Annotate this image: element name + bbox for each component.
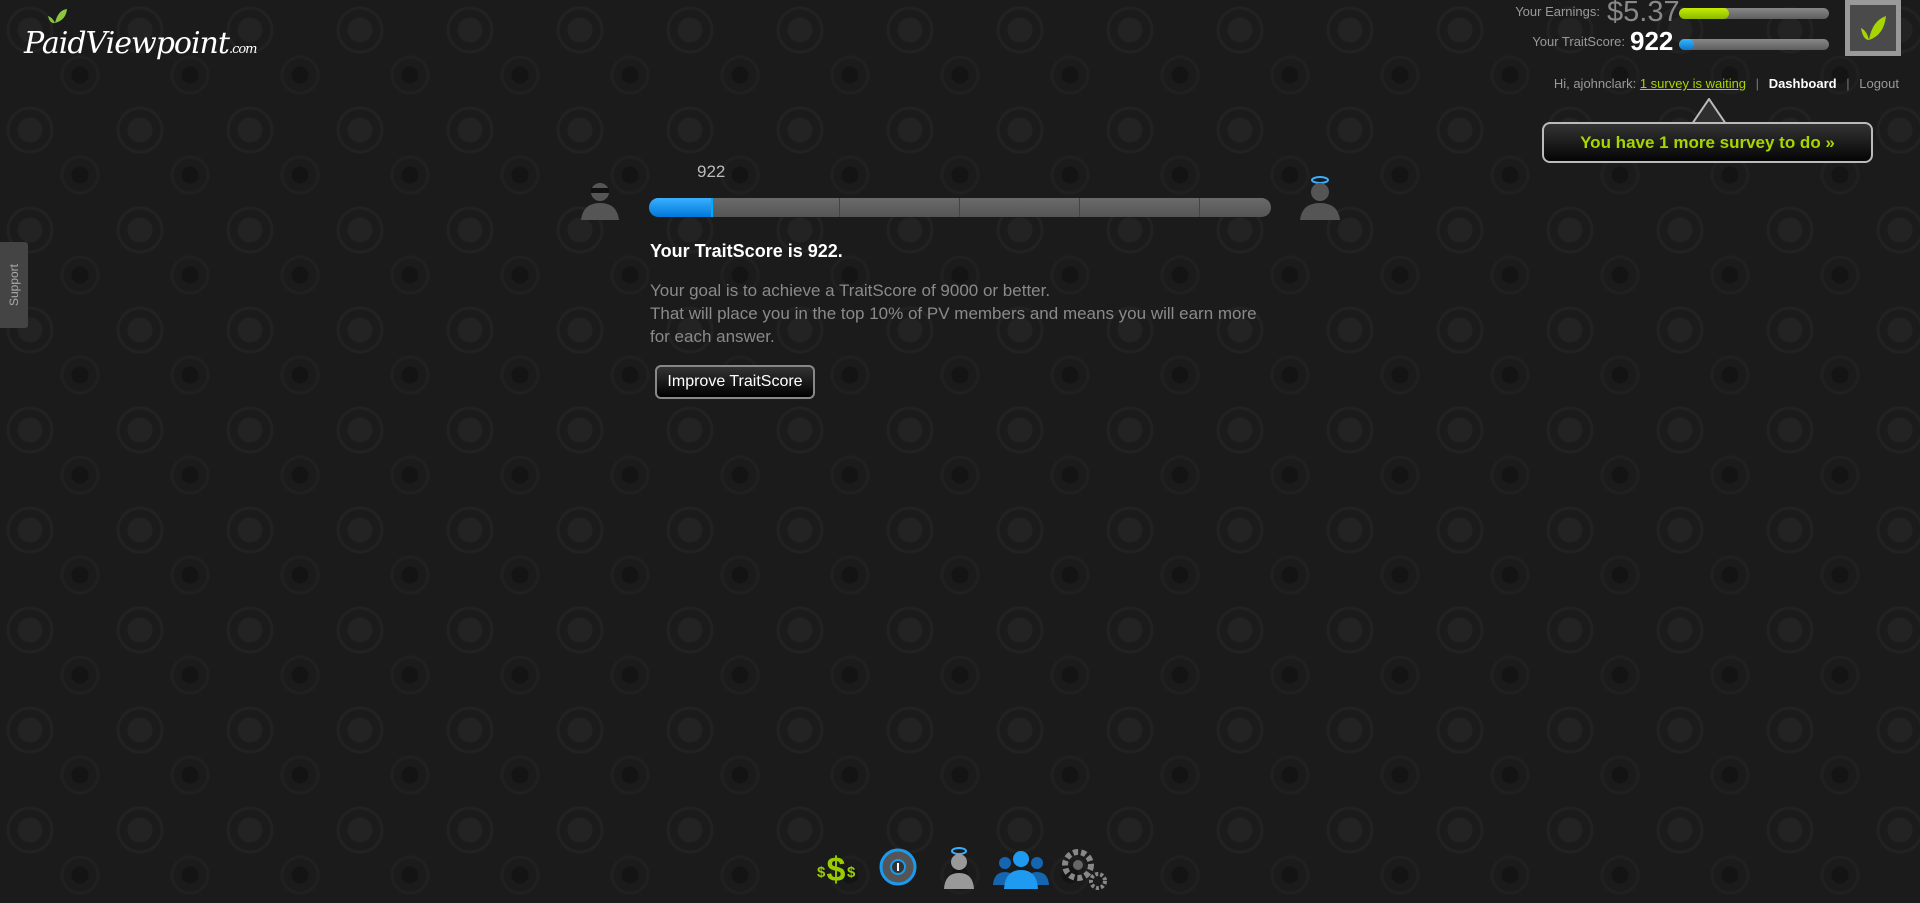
angel-user-icon <box>944 847 974 889</box>
separator: | <box>1755 76 1760 91</box>
slider-score-label: 922 <box>697 162 726 181</box>
info-dial-icon <box>879 848 917 886</box>
earnings-label: Your Earnings: <box>1515 4 1600 19</box>
status-check-badge[interactable] <box>1845 0 1901 56</box>
logo[interactable]: PaidViewpoint.com <box>24 6 258 88</box>
traitscore-description: Your goal is to achieve a TraitScore of … <box>650 279 1290 348</box>
info-nav[interactable] <box>873 845 923 895</box>
earnings-value: $5.37 <box>1607 0 1680 28</box>
check-leaf-icon <box>1861 16 1886 40</box>
angel-user-icon <box>1300 176 1340 220</box>
settings-nav[interactable] <box>1056 845 1112 895</box>
dollar-icon: $$ $ <box>817 851 856 889</box>
profile-nav[interactable] <box>934 845 984 895</box>
user-nav: Hi, ajohnclark: 1 survey is waiting | Da… <box>1554 76 1899 91</box>
separator: | <box>1846 76 1850 91</box>
more-surveys-callout[interactable]: You have 1 more survey to do » <box>1542 122 1873 163</box>
logout-link[interactable]: Logout <box>1859 76 1899 91</box>
traitscore-heading: Your TraitScore is 922. <box>650 241 843 261</box>
desc-line: That will place you in the top 10% of PV… <box>650 304 1257 346</box>
survey-waiting-link[interactable]: 1 survey is waiting <box>1640 76 1746 91</box>
traitscore-value: 922 <box>1630 26 1674 56</box>
traitscore-slider <box>649 198 1271 217</box>
support-label: Support <box>7 263 21 307</box>
svg-text:$: $ <box>817 864 826 881</box>
members-nav[interactable] <box>991 845 1051 895</box>
earnings-nav[interactable]: $ $ $ <box>811 845 861 895</box>
bandit-user-icon <box>581 183 619 220</box>
members-icon <box>993 851 1049 889</box>
traitscore-bar <box>1679 39 1829 50</box>
leaf-icon <box>48 9 67 24</box>
slider-fill <box>649 198 713 217</box>
support-tab[interactable]: Support <box>0 242 28 328</box>
dashboard-link[interactable]: Dashboard <box>1769 76 1837 91</box>
improve-traitscore-button[interactable]: Improve TraitScore <box>655 365 815 399</box>
logo-text: PaidViewpoint <box>24 26 230 61</box>
greeting: Hi, ajohnclark: <box>1553 76 1637 91</box>
callout-arrow <box>1692 98 1726 124</box>
desc-line: Your goal is to achieve a TraitScore of … <box>650 281 1051 300</box>
logo-suffix: .com <box>228 42 258 57</box>
svg-text:$: $ <box>847 864 856 881</box>
earnings-bar <box>1679 8 1829 19</box>
svg-text:$: $ <box>827 851 846 889</box>
traitscore-label: Your TraitScore: <box>1532 34 1625 49</box>
gears-icon <box>1062 849 1107 890</box>
